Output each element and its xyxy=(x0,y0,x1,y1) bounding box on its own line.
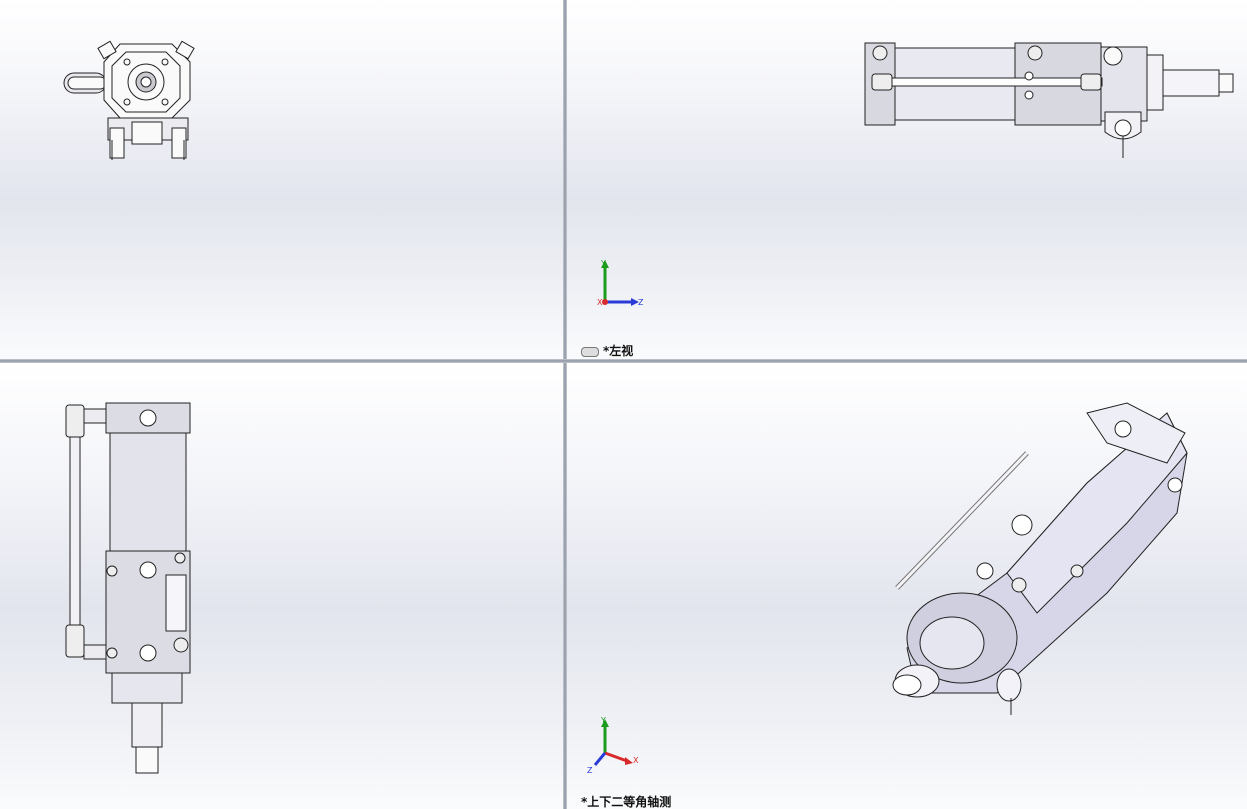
axis-y-label: Y xyxy=(600,259,606,268)
viewport-isometric[interactable]: Y X Z *上下二等角轴测 xyxy=(567,363,1247,809)
coordinate-triad: Y Z X xyxy=(597,259,644,307)
viewport-left-view[interactable]: Y Z X *左视 xyxy=(567,0,1247,359)
axis-x-label: X xyxy=(597,298,603,307)
view-name-text: *左视 xyxy=(603,344,634,358)
axis-x-label-iso: X xyxy=(633,756,639,765)
view-name-isometric: *上下二等角轴测 xyxy=(581,795,672,809)
coordinate-triad-iso: Y X Z xyxy=(587,716,639,775)
cylinder-top-view xyxy=(65,402,191,774)
cylinder-isometric-view xyxy=(892,402,1188,715)
viewport-front[interactable] xyxy=(0,0,563,359)
axis-y-label-iso: Y xyxy=(600,716,606,725)
view-name-left: *左视 xyxy=(581,342,633,359)
axis-z-label: Z xyxy=(638,298,644,307)
axis-z-label-iso: Z xyxy=(587,766,593,775)
cylinder-front-view xyxy=(63,40,195,160)
viewport-top-view[interactable] xyxy=(0,363,563,809)
link-views-icon[interactable] xyxy=(581,346,599,357)
